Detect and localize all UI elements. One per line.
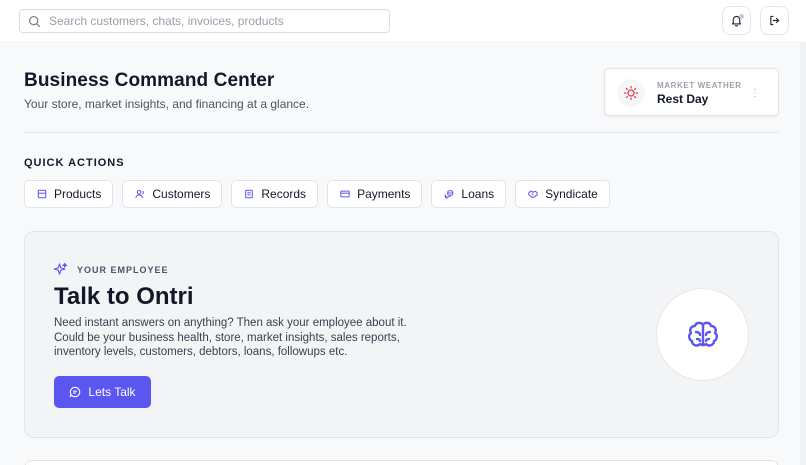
syndicate-label: Syndicate [545, 187, 598, 201]
search-input[interactable] [49, 14, 369, 28]
users-icon [135, 189, 145, 199]
payments-button[interactable]: Payments [327, 180, 423, 208]
page-title: Business Command Center [24, 70, 275, 91]
card-title: Talk to Ontri [54, 283, 194, 310]
chat-icon [70, 386, 81, 398]
book-icon [245, 189, 254, 199]
sparkles-icon [53, 262, 68, 275]
weather-icon-wrap [617, 79, 645, 107]
payments-label: Payments [357, 187, 411, 201]
customers-label: Customers [152, 187, 211, 201]
next-card-edge [24, 460, 779, 465]
coins-icon [445, 190, 454, 199]
products-button[interactable]: Products [24, 180, 114, 208]
handshake-icon [528, 190, 538, 198]
card-icon [340, 190, 350, 198]
records-button[interactable]: Records [231, 180, 319, 208]
search-icon [28, 15, 41, 27]
brain-icon [687, 321, 718, 347]
quick-actions-row: Products Customers Records Payments Loan… [24, 180, 610, 208]
top-bar [0, 0, 806, 43]
customers-button[interactable]: Customers [122, 180, 223, 208]
lets-talk-label: Lets Talk [88, 385, 136, 399]
scrollbar[interactable] [800, 43, 806, 465]
market-weather-card[interactable]: MARKET WEATHER Rest Day ⋮ [604, 68, 779, 116]
card-description: Need instant answers on anything? Then a… [54, 317, 407, 358]
brain-avatar [656, 288, 749, 381]
notification-dot [739, 14, 744, 19]
employee-label: YOUR EMPLOYEE [53, 262, 169, 277]
logout-icon [770, 15, 780, 26]
products-label: Products [54, 187, 102, 201]
employee-label-text: YOUR EMPLOYEE [77, 264, 169, 275]
logout-button[interactable] [760, 6, 789, 35]
box-icon [37, 189, 47, 199]
lets-talk-button[interactable]: Lets Talk [54, 376, 151, 408]
divider [24, 132, 779, 133]
weather-value: Rest Day [657, 92, 709, 106]
loans-label: Loans [461, 187, 495, 201]
more-options-icon[interactable]: ⋮ [749, 85, 761, 101]
page-subtitle: Your store, market insights, and financi… [24, 97, 310, 111]
weather-label: MARKET WEATHER [657, 81, 742, 90]
search-box[interactable] [19, 9, 390, 33]
syndicate-button[interactable]: Syndicate [515, 180, 610, 208]
loans-button[interactable]: Loans [431, 180, 507, 208]
sun-icon [623, 85, 639, 101]
quick-actions-title: QUICK ACTIONS [24, 157, 125, 169]
records-label: Records [261, 187, 307, 201]
notifications-button[interactable] [722, 6, 751, 35]
